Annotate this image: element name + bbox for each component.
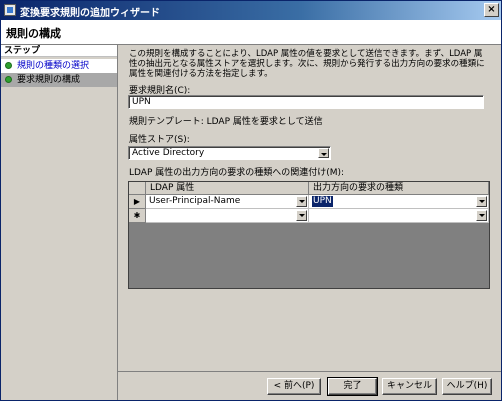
green-dot-icon — [5, 76, 12, 83]
green-dot-icon — [5, 62, 12, 69]
title-bar[interactable]: 変換要求規則の追加ウィザード × — [1, 1, 501, 20]
row-marker-current[interactable]: ▶ — [129, 195, 146, 209]
mapping-grid[interactable]: LDAP 属性 出力方向の要求の種類 ▶ User-Principal-Name… — [128, 181, 490, 289]
rule-template-text: 規則テンプレート: LDAP 属性を要求として送信 — [129, 117, 323, 127]
back-button[interactable]: < 前へ(P) — [267, 378, 321, 395]
chevron-down-icon[interactable] — [476, 196, 487, 207]
ldap-attribute-cell-new[interactable] — [146, 209, 309, 223]
window-title: 変換要求規則の追加ウィザード — [20, 8, 160, 19]
claim-type-cell-new[interactable] — [309, 209, 489, 223]
ldap-attribute-cell[interactable]: User-Principal-Name — [146, 195, 309, 209]
attribute-store-value: Active Directory — [132, 148, 205, 158]
step-label: 要求規則の構成 — [17, 75, 81, 85]
chevron-down-icon[interactable] — [296, 196, 307, 207]
chevron-down-icon[interactable] — [318, 148, 329, 158]
step-configure-claim-rule[interactable]: 要求規則の構成 — [1, 73, 117, 87]
attribute-store-label: 属性ストア(S): — [129, 135, 190, 145]
column-header-claim-type[interactable]: 出力方向の要求の種類 — [309, 182, 489, 195]
row-marker-new[interactable]: ✱ — [129, 209, 146, 223]
column-header-ldap[interactable]: LDAP 属性 — [146, 182, 309, 195]
ldap-attribute-value: User-Principal-Name — [149, 196, 241, 206]
steps-panel: ステップ 規則の種類の選択 要求規則の構成 — [1, 45, 118, 400]
claim-type-cell[interactable]: UPN — [309, 195, 489, 209]
mapping-label: LDAP 属性の出力方向の要求の種類への関連付け(M): — [129, 168, 345, 178]
grid-corner-header — [129, 182, 146, 195]
steps-heading: ステップ — [1, 45, 117, 57]
page-title: 規則の構成 — [6, 27, 61, 40]
attribute-store-select[interactable]: Active Directory — [128, 146, 331, 160]
finish-button[interactable]: 完了 — [327, 377, 378, 396]
page-header: 規則の構成 — [1, 20, 501, 45]
description-text: この規則を構成することにより、LDAP 属性の値を要求として送信できます。まず、… — [129, 49, 485, 79]
claim-type-value: UPN — [312, 196, 333, 207]
chevron-down-icon[interactable] — [296, 210, 307, 221]
content-area: この規則を構成することにより、LDAP 属性の値を要求として送信できます。まず、… — [118, 45, 501, 371]
button-bar: < 前へ(P) 完了 キャンセル ヘルプ(H) — [118, 371, 501, 400]
app-icon — [4, 4, 16, 16]
chevron-down-icon[interactable] — [476, 210, 487, 221]
help-button[interactable]: ヘルプ(H) — [442, 378, 492, 395]
step-label: 規則の種類の選択 — [17, 61, 90, 71]
close-button[interactable]: × — [484, 3, 499, 17]
cancel-button[interactable]: キャンセル — [382, 378, 437, 395]
claim-rule-name-input[interactable]: UPN — [128, 95, 484, 109]
wizard-window: 変換要求規則の追加ウィザード × 規則の構成 ステップ 規則の種類の選択 要求規… — [0, 0, 502, 401]
step-choose-rule-type[interactable]: 規則の種類の選択 — [1, 59, 117, 73]
